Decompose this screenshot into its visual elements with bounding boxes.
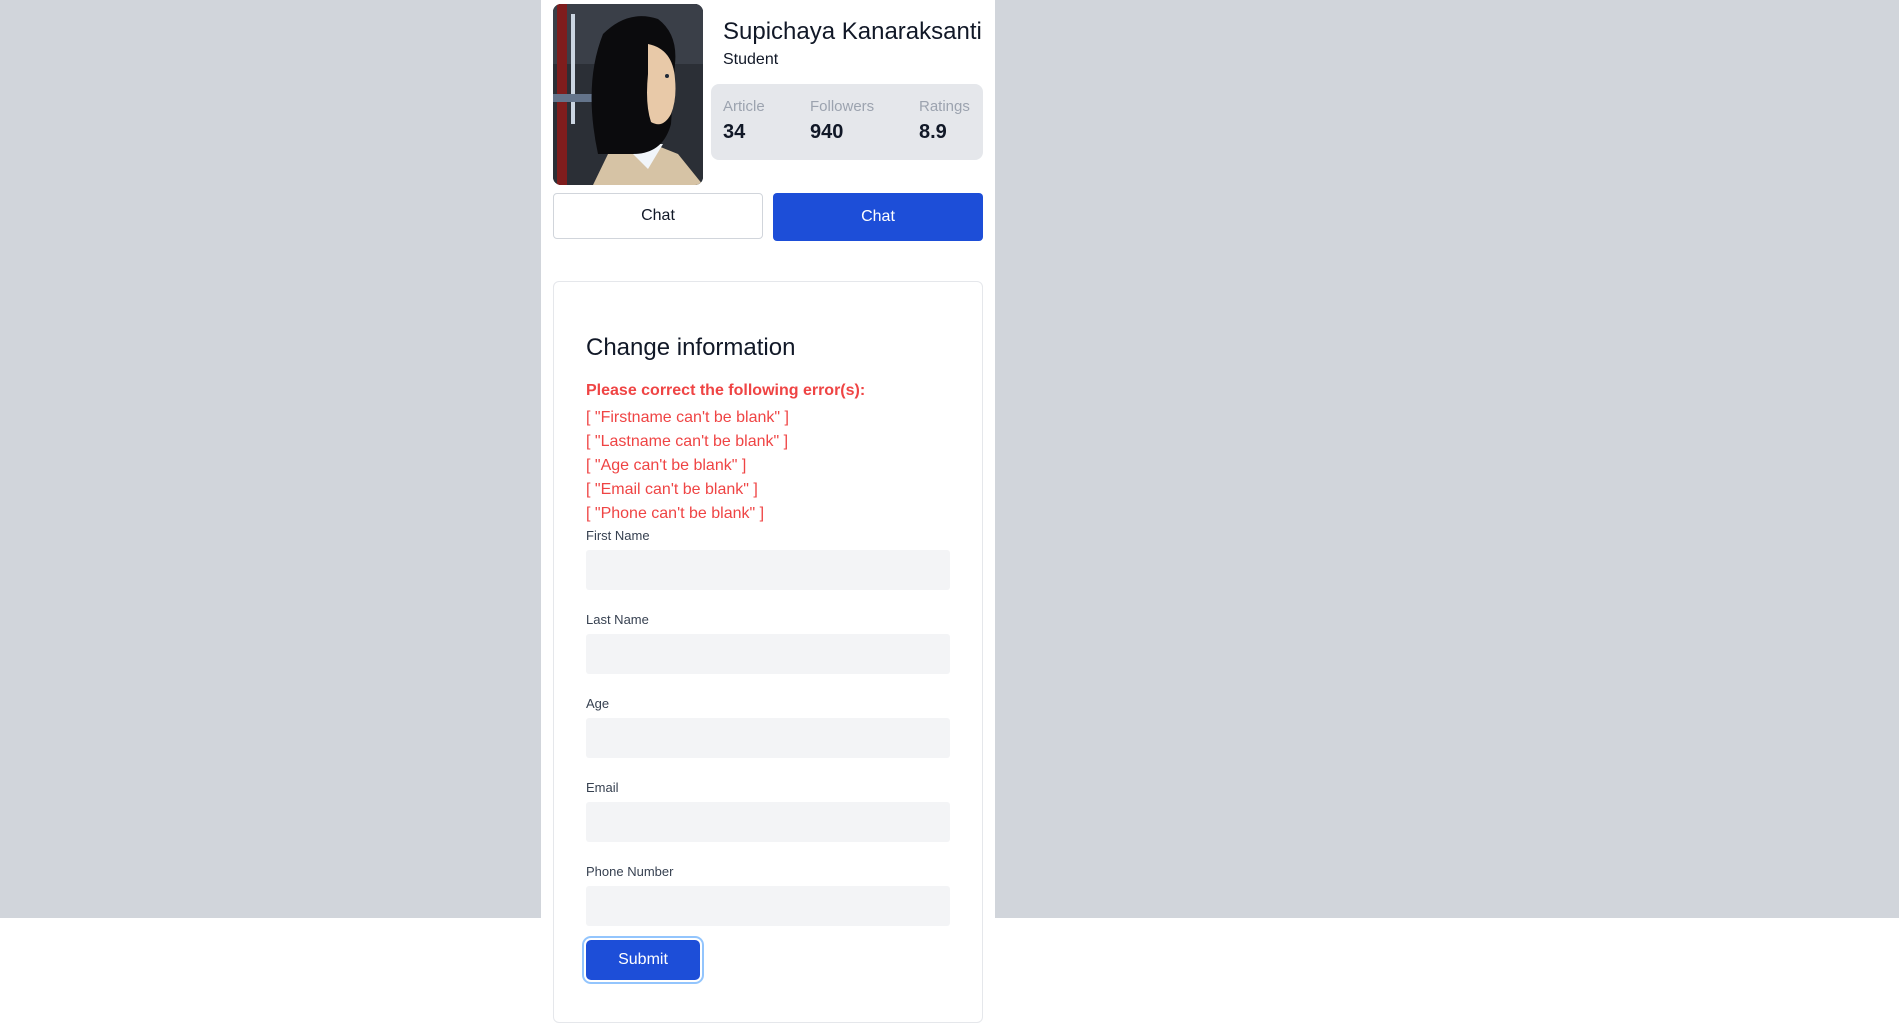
profile-name: Supichaya Kanaraksanti xyxy=(723,18,982,45)
stat-label: Article xyxy=(723,98,765,115)
stat-value: 8.9 xyxy=(919,121,947,143)
submit-button[interactable]: Submit xyxy=(586,940,700,980)
age-label: Age xyxy=(586,696,610,711)
stat-label: Ratings xyxy=(919,98,970,115)
profile-column: Supichaya Kanaraksanti Student Article 3… xyxy=(541,0,995,1023)
email-input[interactable] xyxy=(586,802,950,842)
stats-panel: Article 34 Followers 940 Ratings 8.9 xyxy=(711,84,983,160)
error-item: [ "Age can't be blank" ] xyxy=(586,457,747,474)
first-name-input[interactable] xyxy=(586,550,950,590)
error-item: [ "Email can't be blank" ] xyxy=(586,481,758,498)
error-item: [ "Firstname can't be blank" ] xyxy=(586,409,789,426)
last-name-label: Last Name xyxy=(586,612,649,627)
profile-role: Student xyxy=(723,51,779,68)
avatar xyxy=(553,4,703,185)
phone-number-input[interactable] xyxy=(586,886,950,926)
stat-ratings: Ratings 8.9 xyxy=(919,98,970,144)
stat-label: Followers xyxy=(810,98,875,115)
form-title: Change information xyxy=(586,334,796,361)
chat-button-outline[interactable]: Chat xyxy=(553,193,763,239)
first-name-label: First Name xyxy=(586,528,650,543)
age-input[interactable] xyxy=(586,718,950,758)
email-label: Email xyxy=(586,780,619,795)
change-information-card: Change information Please correct the fo… xyxy=(553,281,983,1023)
error-item: [ "Phone can't be blank" ] xyxy=(586,505,765,522)
phone-number-label: Phone Number xyxy=(586,864,674,879)
last-name-input[interactable] xyxy=(586,634,950,674)
stat-value: 940 xyxy=(810,121,844,143)
stat-followers: Followers 940 xyxy=(810,98,874,144)
error-heading: Please correct the following error(s): xyxy=(586,382,866,399)
error-list: [ "Firstname can't be blank" ] [ "Lastna… xyxy=(586,406,789,526)
error-item: [ "Lastname can't be blank" ] xyxy=(586,433,789,450)
stat-article: Article 34 xyxy=(723,98,765,144)
chat-button-primary[interactable]: Chat xyxy=(773,193,983,241)
stat-value: 34 xyxy=(723,121,746,143)
